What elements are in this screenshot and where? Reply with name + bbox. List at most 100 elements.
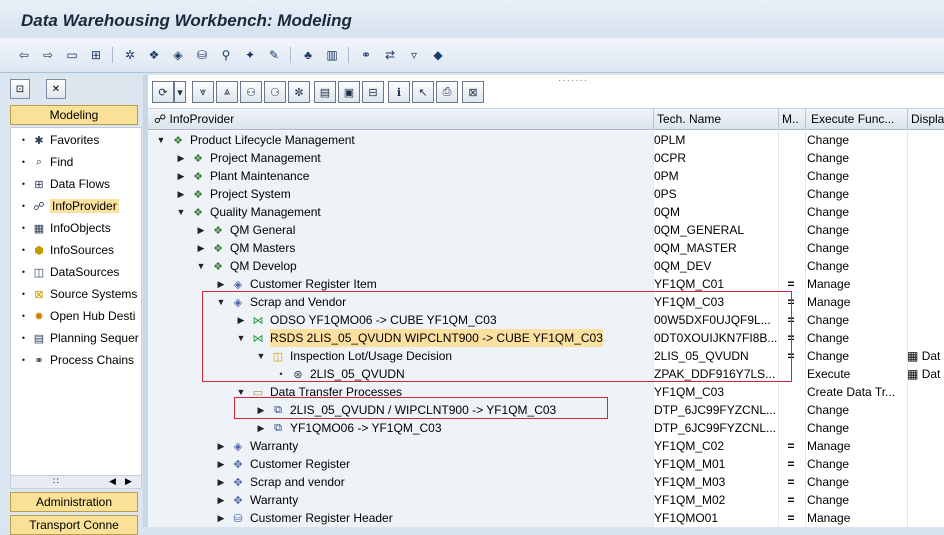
folder-icon[interactable]: ⊟	[362, 81, 384, 103]
edit-icon[interactable]: ✎	[266, 47, 282, 63]
expand-node-icon[interactable]: ▶	[176, 167, 186, 185]
forward-arrow-icon[interactable]: ⇨	[40, 47, 56, 63]
expand-node-icon[interactable]: ▶	[216, 491, 226, 509]
tree-row[interactable]: ▼ ❖ Product Lifecycle Management 0PLM Ch…	[148, 131, 944, 149]
expand-node-icon[interactable]: ▶	[216, 473, 226, 491]
tree-row[interactable]: ▼ ❖ QM Develop 0QM_DEV Change	[148, 257, 944, 275]
find-binoculars-icon[interactable]: ⚇	[240, 81, 262, 103]
expand-node-icon[interactable]: ▶	[256, 419, 266, 437]
link-icon[interactable]: ⚭	[358, 47, 374, 63]
collapse-node-icon[interactable]: ▼	[256, 347, 266, 365]
find-next-icon[interactable]: ⚆	[264, 81, 286, 103]
tree-row[interactable]: ▼ ⋈ RSDS 2LIS_05_QVUDN WIPCLNT900 -> CUB…	[148, 329, 944, 347]
expand-node-icon[interactable]: ▶	[176, 185, 186, 203]
nav-item-infoprovider[interactable]: • ☍ InfoProvider	[11, 196, 141, 216]
scroll-right-icon[interactable]: ▶	[125, 476, 132, 487]
display-data-cell[interactable]: ▦ Dat	[907, 365, 944, 383]
collapse-node-icon[interactable]: ▼	[236, 329, 246, 347]
nav-item-datasources[interactable]: • ◫ DataSources	[11, 262, 141, 282]
tree-row[interactable]: ▶ ⧉ 2LIS_05_QVUDN / WIPCLNT900 -> YF1QM_…	[148, 401, 944, 419]
nav-item-infosources[interactable]: • ⬢ InfoSources	[11, 240, 141, 260]
expand-node-icon[interactable]: ▶	[236, 311, 246, 329]
expand-node-icon[interactable]: ▶	[256, 401, 266, 419]
layout-icon[interactable]: ▤	[314, 81, 336, 103]
nav-item-find[interactable]: • ⌕ Find	[11, 152, 141, 172]
expand-node-icon[interactable]: ▶	[216, 509, 226, 527]
tree-row[interactable]: ▶ ⛁ Customer Register Header YF1QMO01 = …	[148, 509, 944, 527]
transport-icon[interactable]: ⇄	[382, 47, 398, 63]
hierarchy-icon[interactable]: ⊞	[88, 47, 104, 63]
expand-node-icon[interactable]: ▶	[216, 455, 226, 473]
display-data-cell[interactable]: ▦ Dat	[907, 347, 944, 365]
header-execute-function[interactable]: Execute Func...	[811, 112, 905, 126]
nav-item-planning[interactable]: • ▤ Planning Sequer	[11, 328, 141, 348]
refresh-dropdown-icon[interactable]: ▾	[174, 81, 186, 103]
nav-item-infoobjects[interactable]: • ▦ InfoObjects	[11, 218, 141, 238]
collapse-node-icon[interactable]: ▼	[196, 257, 206, 275]
print-icon[interactable]: ⎙	[436, 81, 458, 103]
expand-node-icon[interactable]: ▶	[216, 437, 226, 455]
modeling-button[interactable]: Modeling	[10, 105, 138, 125]
tree-row[interactable]: ▶ ❖ Project System 0PS Change	[148, 185, 944, 203]
header-m[interactable]: M..	[782, 112, 804, 126]
nav-close-icon[interactable]: ✕	[46, 79, 66, 99]
column-icon[interactable]: ▣	[338, 81, 360, 103]
collapse-icon[interactable]: ⩓	[216, 81, 238, 103]
administration-button[interactable]: Administration	[10, 492, 138, 512]
tree-row[interactable]: ▶ ✥ Scrap and vendor YF1QM_M03 = Change	[148, 473, 944, 491]
header-infoprovider[interactable]: ☍ InfoProvider	[154, 112, 234, 126]
model-icon[interactable]: ❖	[146, 47, 162, 63]
tree-row[interactable]: ▶ ⋈ ODSO YF1QMO06 -> CUBE YF1QM_C03 00W5…	[148, 311, 944, 329]
scroll-left-icon[interactable]: ◀	[109, 476, 116, 487]
tree-row[interactable]: ▶ ❖ QM Masters 0QM_MASTER Change	[148, 239, 944, 257]
back-arrow-icon[interactable]: ⇦	[16, 47, 32, 63]
nav-item-open-hub[interactable]: • ✹ Open Hub Desti	[11, 306, 141, 326]
columns-icon[interactable]: ▥	[324, 47, 340, 63]
tree-row[interactable]: ▶ ❖ Plant Maintenance 0PM Change	[148, 167, 944, 185]
expand-node-icon[interactable]: ▶	[196, 239, 206, 257]
database-icon[interactable]: ⛁	[194, 47, 210, 63]
metadata-icon[interactable]: ◆	[430, 47, 446, 63]
pointer-icon[interactable]: ↖	[412, 81, 434, 103]
transport-connection-button[interactable]: Transport Conne	[10, 515, 138, 535]
close-panel-icon[interactable]: ⊠	[462, 81, 484, 103]
header-display[interactable]: Displa	[911, 112, 944, 126]
tree-row[interactable]: ▶ ❖ Project Management 0CPR Change	[148, 149, 944, 167]
nav-options-icon[interactable]: ⊡	[10, 79, 30, 99]
refresh-icon[interactable]: ⟳	[152, 81, 174, 103]
nav-item-data-flows[interactable]: • ⊞ Data Flows	[11, 174, 141, 194]
tree-row[interactable]: ▶ ⧉ YF1QMO06 -> YF1QM_C03 DTP_6JC99FYZCN…	[148, 419, 944, 437]
expand-icon[interactable]: ⩔	[192, 81, 214, 103]
tree-row[interactable]: ▶ ❖ QM General 0QM_GENERAL Change	[148, 221, 944, 239]
tree-row[interactable]: ▼ ◈ Scrap and Vendor YF1QM_C03 = Manage	[148, 293, 944, 311]
wizard-icon[interactable]: ✦	[242, 47, 258, 63]
nav-item-favorites[interactable]: • ✱ Favorites	[11, 130, 141, 150]
nav-item-source-systems[interactable]: • ⊠ Source Systems	[11, 284, 141, 304]
tree-row[interactable]: ▶ ◈ Customer Register Item YF1QM_C01 = M…	[148, 275, 944, 293]
header-tech-name[interactable]: Tech. Name	[657, 112, 777, 126]
cube-icon[interactable]: ◈	[170, 47, 186, 63]
tree-row[interactable]: ▶ ✥ Customer Register YF1QM_M01 = Change	[148, 455, 944, 473]
expand-node-icon[interactable]: ▶	[216, 275, 226, 293]
tree-row[interactable]: ▼ ❖ Quality Management 0QM Change	[148, 203, 944, 221]
settings-icon[interactable]: ✼	[288, 81, 310, 103]
expand-node-icon[interactable]: ▶	[196, 221, 206, 239]
tree-row[interactable]: ▼ ▭ Data Transfer Processes YF1QM_C03 Cr…	[148, 383, 944, 401]
nav-item-process-chains[interactable]: • ⚭ Process Chains	[11, 350, 141, 370]
collapse-node-icon[interactable]: ▼	[156, 131, 166, 149]
tree-row[interactable]: ▼ ◫ Inspection Lot/Usage Decision 2LIS_0…	[148, 347, 944, 365]
tree-row[interactable]: ▶ ◈ Warranty YF1QM_C02 = Manage	[148, 437, 944, 455]
info-icon[interactable]: ℹ	[388, 81, 410, 103]
nav-horizontal-scrollbar[interactable]: ∷ ◀ ▶	[10, 475, 142, 489]
expand-node-icon[interactable]: ▶	[176, 149, 186, 167]
tree-row[interactable]: • ⊛ 2LIS_05_QVUDN ZPAK_DDF916Y7LS... Exe…	[148, 365, 944, 383]
search-icon[interactable]: ⚲	[218, 47, 234, 63]
collapse-node-icon[interactable]: ▼	[216, 293, 226, 311]
tree-row[interactable]: ▶ ✥ Warranty YF1QM_M02 = Change	[148, 491, 944, 509]
collapse-node-icon[interactable]: ▼	[236, 383, 246, 401]
basket-icon[interactable]: ▿	[406, 47, 422, 63]
tree-icon[interactable]: ♣	[300, 47, 316, 63]
collapse-node-icon[interactable]: ▼	[176, 203, 186, 221]
connect-icon[interactable]: ✲	[122, 47, 138, 63]
view-icon[interactable]: ▭	[64, 47, 80, 63]
